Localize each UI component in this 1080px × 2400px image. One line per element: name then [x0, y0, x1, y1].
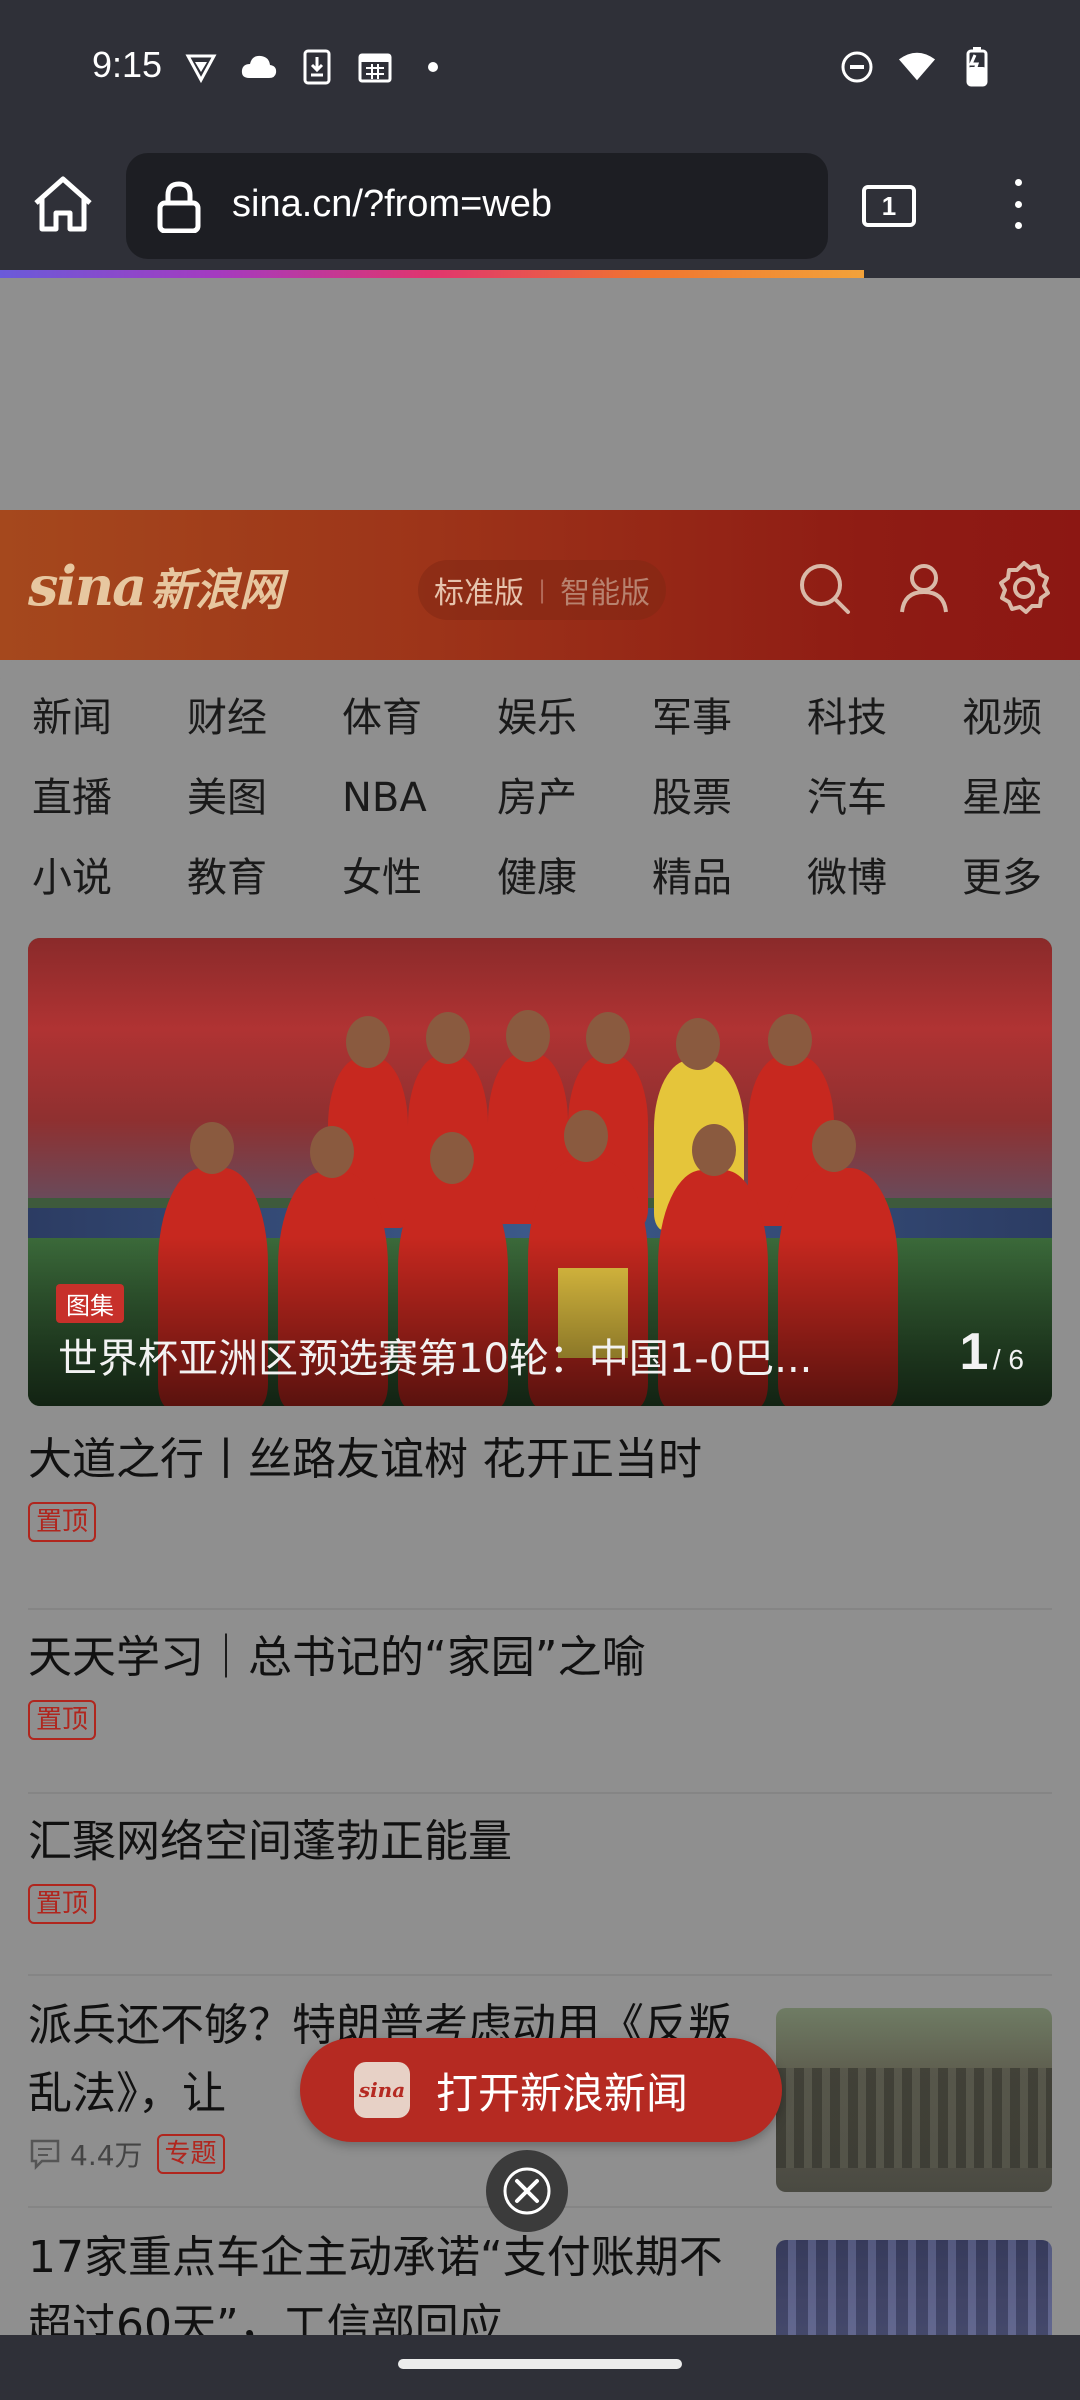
banner-caption[interactable]: 世界杯亚洲区预选赛第10轮：中国1-0巴...: [58, 1326, 908, 1384]
version-standard[interactable]: 标准版: [434, 568, 524, 612]
status-time: 9:15: [92, 44, 163, 85]
search-icon[interactable]: [796, 560, 852, 616]
nav-item[interactable]: 股票: [652, 770, 807, 826]
news-item[interactable]: 大道之行丨丝路友谊树 花开正当时 置顶: [28, 1426, 1052, 1610]
settings-icon[interactable]: [996, 560, 1052, 616]
news-item[interactable]: 天天学习｜总书记的“家园”之喻 置顶: [28, 1610, 1052, 1794]
dnd-icon: [838, 48, 876, 86]
nav-item[interactable]: 体育: [342, 690, 497, 746]
news-title[interactable]: 17家重点车企主动承诺“支付账期不超过60天”，工信部回应: [28, 2224, 748, 2335]
sina-app-icon: sina: [354, 2062, 410, 2118]
news-thumbnail[interactable]: [776, 2008, 1052, 2192]
topic-tag: 专题: [156, 2134, 225, 2174]
logo-cn-text: 新浪网: [151, 565, 284, 616]
nav-item[interactable]: 教育: [187, 850, 342, 906]
sina-logo[interactable]: sina 新浪网: [28, 548, 283, 624]
pinned-tag: 置顶: [28, 1884, 97, 1924]
page-load-progress: [0, 270, 1080, 278]
download-icon: [298, 48, 336, 86]
nav-item[interactable]: 财经: [187, 690, 342, 746]
nav-item[interactable]: 娱乐: [497, 690, 652, 746]
sina-header: sina 新浪网 标准版 | 智能版: [0, 510, 1080, 660]
nav-item[interactable]: 直播: [32, 770, 187, 826]
version-toggle: 标准版 | 智能版: [418, 560, 667, 620]
banner-pager: 1 / 6: [959, 1322, 1024, 1382]
ad-placeholder: [0, 278, 1080, 510]
nav-item[interactable]: 女性: [342, 850, 497, 906]
nav-item[interactable]: 视频: [962, 690, 1080, 746]
news-title[interactable]: 汇聚网络空间蓬勃正能量: [28, 1808, 1052, 1876]
status-bar: 9:15: [0, 0, 1080, 135]
pager-total: / 6: [992, 1344, 1024, 1375]
channel-nav: 新闻 财经 体育 娱乐 军事 科技 视频 直播 美图 NBA 房产 股票 汽车 星座 小说 教育 女性 健康 精品微…: [32, 690, 1052, 906]
news-item[interactable]: 汇聚网络空间蓬勃正能量 置顶: [28, 1794, 1052, 1976]
open-app-label: 打开新浪新闻: [436, 2068, 689, 2118]
version-smart[interactable]: 智能版: [560, 568, 650, 612]
calendar-icon: [356, 48, 394, 86]
close-icon: [503, 2167, 551, 2215]
nav-item[interactable]: 美图: [187, 770, 342, 826]
nav-item[interactable]: 科技: [807, 690, 962, 746]
vpn-shield-icon: [182, 48, 220, 86]
close-button[interactable]: [486, 2150, 568, 2232]
logo-sina-text: sina: [28, 554, 147, 618]
gesture-nav-bar: [0, 2335, 1080, 2400]
pager-current: 1: [959, 1323, 989, 1381]
nav-item[interactable]: 房产: [497, 770, 652, 826]
comment-icon: [30, 2139, 60, 2171]
gallery-tag: 图集: [56, 1284, 124, 1323]
nav-item[interactable]: 军事: [652, 690, 807, 746]
nav-item[interactable]: NBA: [342, 770, 497, 826]
pinned-tag: 置顶: [28, 1700, 97, 1740]
nav-item[interactable]: 更多: [962, 850, 1080, 906]
home-icon: [34, 176, 92, 232]
tabs-button[interactable]: 1: [862, 185, 916, 227]
comment-count: 4.4万: [70, 2139, 143, 2172]
pinned-tag: 置顶: [28, 1502, 97, 1542]
nav-item[interactable]: 微博: [807, 850, 962, 906]
nav-item[interactable]: 汽车: [807, 770, 962, 826]
browser-toolbar: sina.cn/?from=web 1: [0, 135, 1080, 270]
user-icon[interactable]: [896, 560, 952, 616]
nav-item[interactable]: 精品: [652, 850, 807, 906]
url-text[interactable]: sina.cn/?from=web: [232, 183, 552, 226]
lock-icon[interactable]: [156, 181, 202, 234]
progress-fill: [0, 270, 864, 278]
open-sina-news-button[interactable]: sina 打开新浪新闻: [300, 2038, 782, 2142]
featured-banner[interactable]: 图集 世界杯亚洲区预选赛第10轮：中国1-0巴... 1 / 6: [28, 938, 1052, 1406]
home-gesture-handle[interactable]: [398, 2359, 682, 2369]
news-thumbnail[interactable]: [776, 2240, 1052, 2335]
version-separator: |: [538, 576, 547, 604]
news-title[interactable]: 大道之行丨丝路友谊树 花开正当时: [28, 1426, 1052, 1494]
nav-item[interactable]: 新闻: [32, 690, 187, 746]
nav-item[interactable]: 星座: [962, 770, 1080, 826]
cloud-icon: [240, 48, 278, 86]
news-title[interactable]: 天天学习｜总书记的“家园”之喻: [28, 1624, 1052, 1692]
nav-item[interactable]: 健康: [497, 850, 652, 906]
battery-icon: [958, 47, 996, 87]
url-bar[interactable]: sina.cn/?from=web: [126, 153, 828, 259]
home-button[interactable]: [30, 175, 96, 235]
nav-item[interactable]: 小说: [32, 850, 187, 906]
dot-icon: [414, 48, 452, 86]
wifi-icon: [898, 48, 936, 86]
overflow-menu-button[interactable]: [1000, 179, 1036, 229]
